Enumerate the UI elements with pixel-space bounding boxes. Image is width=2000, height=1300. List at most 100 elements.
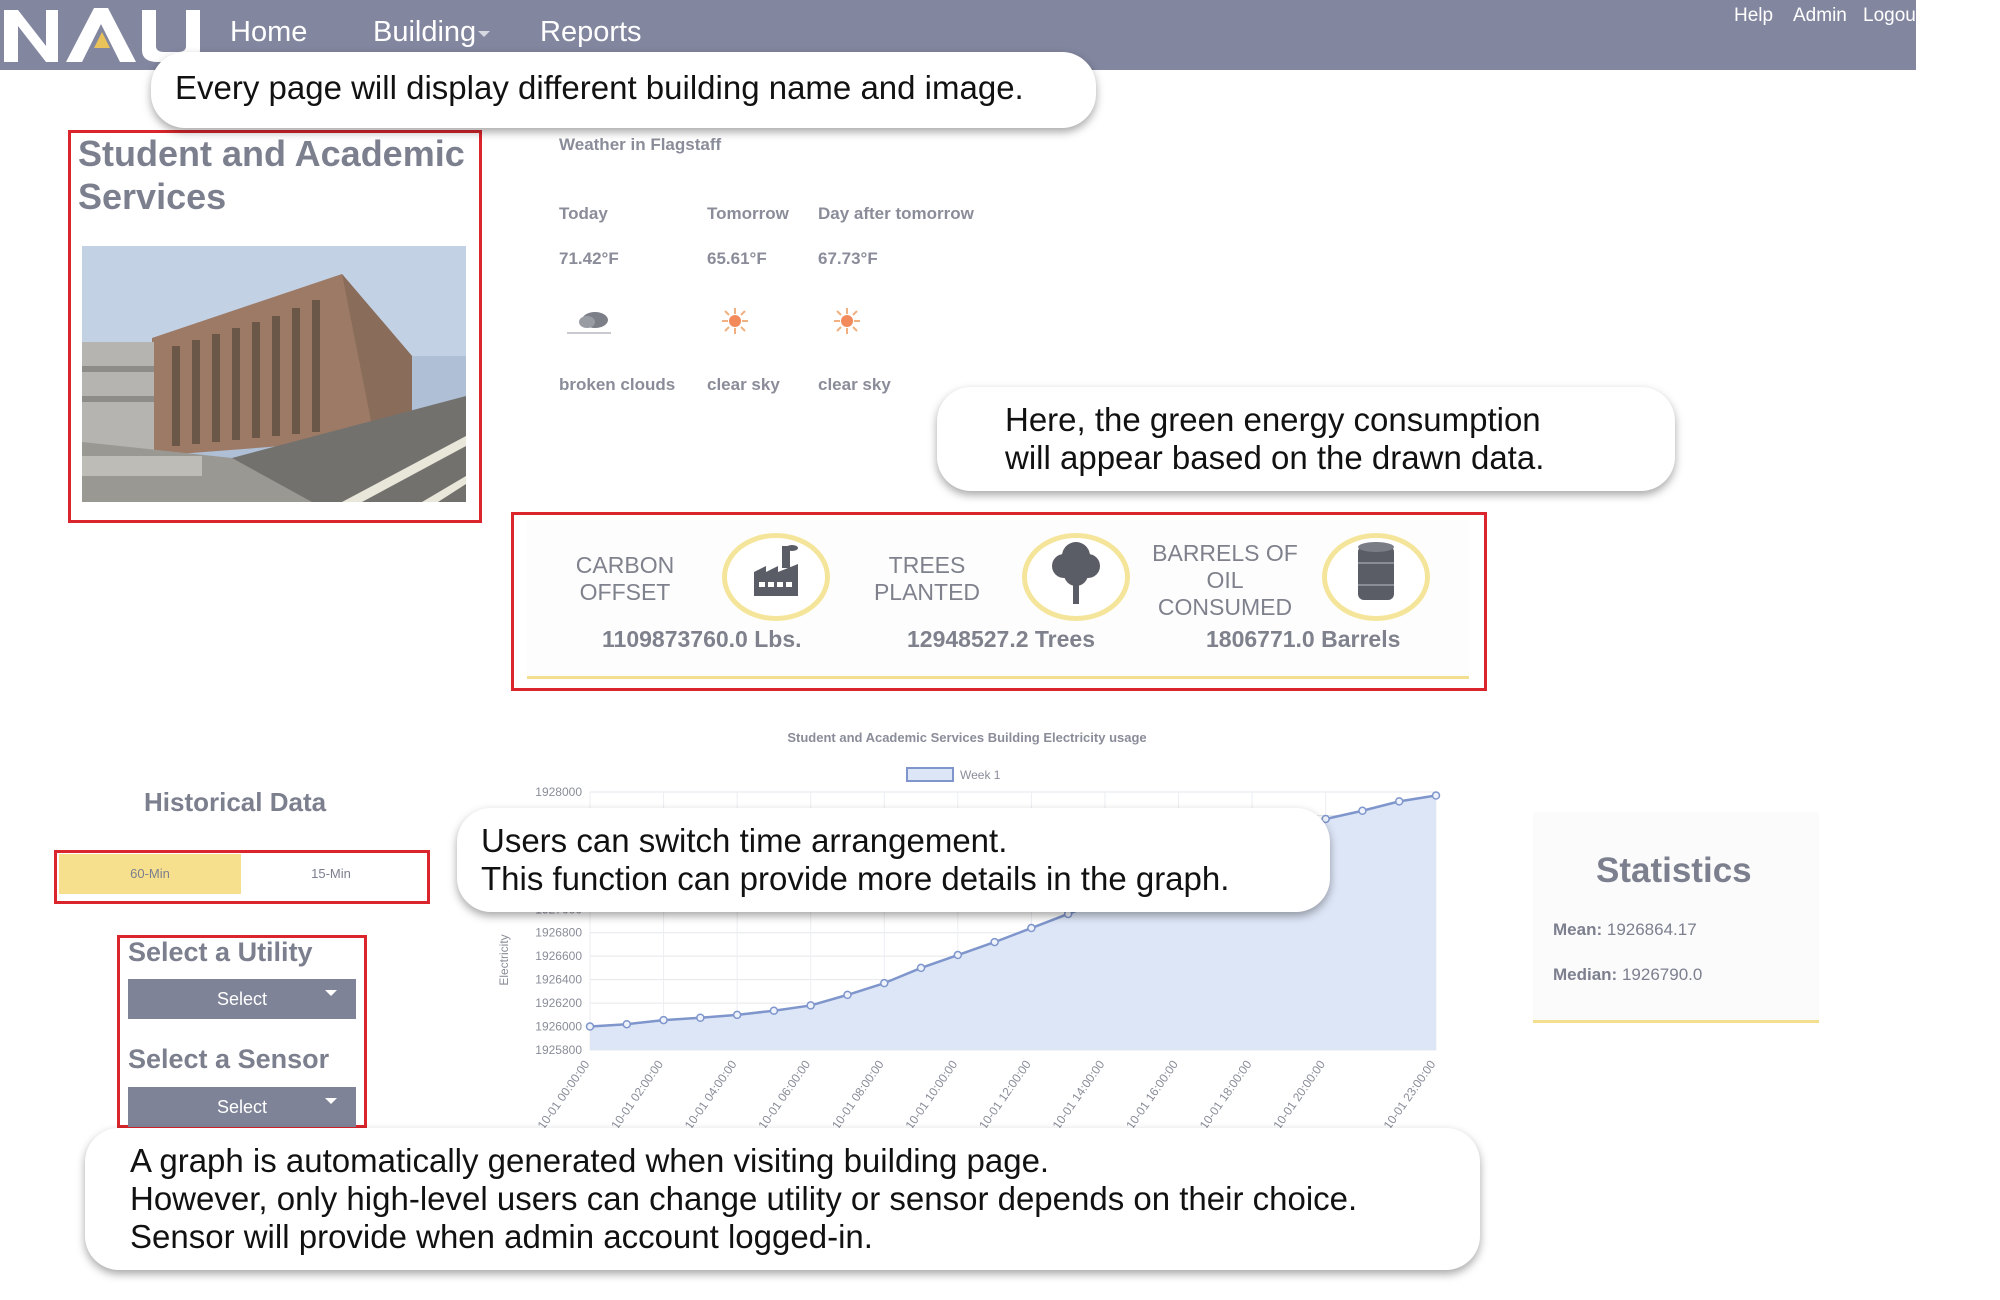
- callout-line: Here, the green energy consumption: [1005, 401, 1541, 438]
- data-point[interactable]: [1431, 791, 1441, 800]
- statistics-title: Statistics: [1596, 851, 1752, 890]
- y-tick-label: 1926800: [535, 926, 582, 940]
- data-point[interactable]: [622, 1019, 632, 1029]
- broken-clouds-icon: [567, 312, 611, 334]
- stat-median-label: Median:: [1553, 965, 1618, 984]
- weather-day-label: Today: [559, 204, 608, 223]
- callout-line: This function can provide more details i…: [481, 860, 1230, 897]
- y-tick-label: 1925800: [535, 1043, 582, 1057]
- sun-icon: [722, 308, 748, 334]
- select-sensor-button[interactable]: Select: [128, 1087, 356, 1127]
- nav-admin[interactable]: Admin: [1793, 5, 1847, 27]
- x-tick-label: 10-01 00:00:00: [535, 1057, 593, 1131]
- weather-temp: 65.61°F: [707, 249, 767, 268]
- chevron-down-icon[interactable]: [325, 1098, 337, 1104]
- data-point[interactable]: [732, 1010, 742, 1020]
- barrels-of-oil-value: 1806771.0 Barrels: [1206, 626, 1401, 652]
- select-sensor-label: Select a Sensor: [128, 1044, 330, 1074]
- data-point[interactable]: [990, 937, 999, 947]
- chart-title: Student and Academic Services Building E…: [787, 730, 1146, 745]
- statistics-card: [1533, 812, 1819, 1020]
- data-point[interactable]: [1027, 923, 1036, 933]
- data-point[interactable]: [769, 1006, 779, 1015]
- weather-day-label: Tomorrow: [707, 204, 789, 223]
- legend-swatch: [906, 767, 954, 782]
- data-point[interactable]: [953, 950, 963, 960]
- data-point[interactable]: [696, 1013, 705, 1022]
- x-tick-label: 10-01 10:00:00: [902, 1057, 960, 1131]
- carbon-offset-label: CARBON OFFSET: [575, 552, 675, 605]
- y-tick-label: 1926200: [535, 996, 582, 1010]
- callout-line: will appear based on the drawn data.: [1005, 439, 1545, 476]
- data-point[interactable]: [843, 990, 852, 1000]
- trees-planted-label: TREES PLANTED: [873, 552, 981, 605]
- weather-temp: 67.73°F: [818, 249, 878, 268]
- callout-line: Sensor will provide when admin account l…: [130, 1218, 873, 1255]
- select-utility-button[interactable]: Select: [128, 979, 356, 1019]
- data-point[interactable]: [585, 1022, 595, 1031]
- data-point[interactable]: [1394, 797, 1404, 806]
- callout-line: Every page will display different buildi…: [175, 69, 1024, 106]
- factory-icon: [754, 545, 798, 596]
- weather-title: Weather in Flagstaff: [559, 135, 722, 154]
- weather-desc: clear sky: [707, 375, 780, 394]
- trees-planted-value: 12948527.2 Trees: [907, 626, 1096, 652]
- barrels-of-oil-label: BARRELS OF OIL CONSUMED: [1152, 540, 1298, 620]
- y-tick-label: 1926400: [535, 973, 582, 987]
- y-tick-label: 1926600: [535, 949, 582, 963]
- stat-median: Median: 1926790.0: [1553, 965, 1702, 985]
- time-tabs-highlight-box: [54, 850, 430, 904]
- stat-mean-value: 1926864.17: [1606, 920, 1697, 939]
- y-axis-label[interactable]: Electricity: [497, 934, 511, 985]
- weather-desc: clear sky: [818, 375, 891, 394]
- sun-icon: [834, 308, 860, 334]
- y-tick-label: 1928000: [535, 785, 582, 799]
- tree-icon: [1052, 542, 1100, 604]
- stat-median-value: 1926790.0: [1621, 965, 1703, 984]
- callout-line: A graph is automatically generated when …: [130, 1142, 1050, 1179]
- weather-desc: broken clouds: [559, 375, 676, 394]
- data-point[interactable]: [806, 1001, 815, 1010]
- x-tick-label: 10-01 08:00:00: [829, 1057, 887, 1131]
- chevron-down-icon[interactable]: [478, 31, 490, 37]
- weather-day-label: Day after tomorrow: [818, 204, 974, 223]
- callout-building: Every page will display different buildi…: [151, 52, 1096, 128]
- electricity-usage-chart: Student and Academic Services Building E…: [497, 730, 1441, 1132]
- x-tick-label: 10-01 14:00:00: [1050, 1057, 1108, 1131]
- nav-help[interactable]: Help: [1734, 5, 1773, 27]
- stat-mean-label: Mean:: [1553, 920, 1603, 939]
- nav-building[interactable]: Building: [373, 16, 476, 49]
- historical-data-title: Historical Data: [144, 787, 327, 817]
- callout-line: However, only high-level users can chang…: [130, 1180, 1358, 1217]
- stat-mean: Mean: 1926864.17: [1553, 920, 1697, 940]
- building-title: Student and Academic Services: [78, 133, 465, 217]
- callout-graph: A graph is automatically generated when …: [85, 1128, 1480, 1270]
- data-point[interactable]: [1358, 806, 1367, 816]
- nav-logout[interactable]: Logout: [1863, 5, 1921, 27]
- chevron-down-icon[interactable]: [325, 990, 337, 996]
- x-tick-label: 10-01 23:00:00: [1381, 1057, 1439, 1131]
- x-tick-label: 10-01 16:00:00: [1123, 1057, 1181, 1131]
- statistics-underline: [1533, 1020, 1819, 1023]
- x-tick-label: 10-01 20:00:00: [1270, 1057, 1328, 1131]
- data-point[interactable]: [916, 963, 926, 973]
- x-tick-label: 10-01 12:00:00: [976, 1057, 1034, 1131]
- callout-energy: Here, the green energy consumption will …: [937, 387, 1675, 491]
- carbon-offset-value: 1109873760.0 Lbs.: [602, 626, 802, 652]
- x-tick-label: 10-01 02:00:00: [608, 1057, 666, 1131]
- callout-line: Users can switch time arrangement.: [481, 822, 1008, 859]
- nav-home[interactable]: Home: [230, 16, 307, 49]
- weather-temp: 71.42°F: [559, 249, 619, 268]
- callout-time: Users can switch time arrangement. This …: [457, 808, 1330, 912]
- x-tick-label: 10-01 06:00:00: [755, 1057, 813, 1131]
- x-tick-label: 10-01 18:00:00: [1197, 1057, 1255, 1131]
- select-utility-label: Select a Utility: [128, 937, 313, 967]
- nav-reports[interactable]: Reports: [540, 16, 642, 49]
- y-tick-label: 1926000: [535, 1020, 582, 1034]
- data-point[interactable]: [659, 1015, 668, 1025]
- data-point[interactable]: [880, 978, 889, 988]
- oil-barrel-icon: [1358, 542, 1394, 600]
- x-tick-label: 10-01 04:00:00: [682, 1057, 740, 1131]
- building-photo: [82, 246, 466, 502]
- legend-label: Week 1: [960, 768, 1001, 782]
